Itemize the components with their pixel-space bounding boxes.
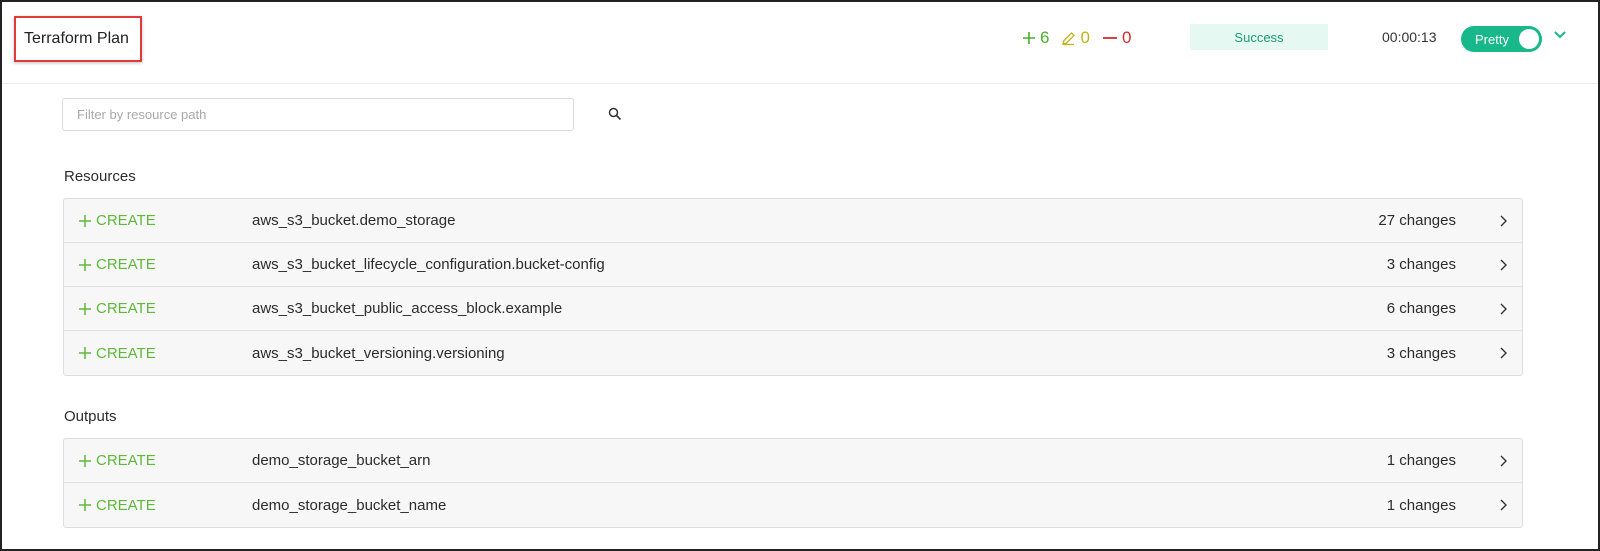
- change-count: 27 changes: [1378, 212, 1456, 229]
- plus-icon: [1023, 32, 1035, 44]
- plus-icon: [79, 258, 91, 271]
- destroy-count-value: 0: [1121, 28, 1132, 47]
- chevron-right-icon[interactable]: [1498, 498, 1508, 512]
- action-label: CREATE: [96, 452, 156, 469]
- create-action: CREATE: [78, 497, 156, 514]
- search-icon[interactable]: [608, 107, 622, 121]
- resource-name: aws_s3_bucket_public_access_block.exampl…: [252, 300, 563, 317]
- change-count: 0: [1061, 28, 1090, 48]
- create-action: CREATE: [78, 345, 156, 362]
- resource-name: aws_s3_bucket_versioning.versioning: [252, 344, 505, 362]
- action-label: CREATE: [96, 212, 156, 229]
- plus-icon: [79, 499, 91, 511]
- plus-icon: [79, 302, 91, 315]
- action-label: CREATE: [96, 256, 156, 273]
- resource-row[interactable]: CREATE aws_s3_bucket_versioning.versioni…: [64, 331, 1522, 375]
- destroy-count: 0: [1102, 28, 1131, 48]
- pretty-toggle[interactable]: Pretty: [1461, 26, 1542, 52]
- add-count: 6: [1022, 28, 1049, 48]
- chevron-right-icon[interactable]: [1498, 214, 1508, 228]
- resource-row[interactable]: CREATE aws_s3_bucket.demo_storage 27 cha…: [64, 199, 1522, 243]
- page-title[interactable]: Terraform Plan: [14, 16, 142, 62]
- action-label: CREATE: [96, 300, 156, 317]
- chevron-right-icon[interactable]: [1498, 302, 1508, 316]
- resource-row[interactable]: CREATE aws_s3_bucket_lifecycle_configura…: [64, 243, 1522, 287]
- change-count: 1 changes: [1386, 496, 1456, 514]
- status-badge: Success: [1190, 24, 1328, 50]
- change-count-value: 0: [1080, 28, 1090, 47]
- plus-icon: [79, 214, 91, 227]
- toggle-label: Pretty: [1475, 31, 1509, 47]
- change-count: 3 changes: [1386, 344, 1456, 362]
- outputs-list: CREATE demo_storage_bucket_arn 1 changes…: [63, 438, 1523, 528]
- chevron-right-icon[interactable]: [1498, 454, 1508, 468]
- chevron-right-icon[interactable]: [1498, 346, 1508, 360]
- resources-list: CREATE aws_s3_bucket.demo_storage 27 cha…: [63, 198, 1523, 376]
- action-label: CREATE: [96, 496, 156, 514]
- minus-icon: [1102, 37, 1117, 39]
- create-action: CREATE: [78, 212, 156, 229]
- plus-icon: [79, 347, 91, 359]
- create-action: CREATE: [78, 300, 156, 317]
- change-count: 3 changes: [1386, 256, 1456, 273]
- toggle-knob: [1519, 29, 1539, 49]
- plan-header: Terraform Plan 6 0 0 Success 00:00:13 Pr…: [2, 2, 1598, 84]
- change-count: 1 changes: [1386, 452, 1456, 469]
- output-row[interactable]: CREATE demo_storage_bucket_name 1 change…: [64, 483, 1522, 527]
- chevron-right-icon[interactable]: [1498, 258, 1508, 272]
- output-name: demo_storage_bucket_arn: [252, 452, 431, 469]
- pencil-icon: [1062, 31, 1076, 45]
- resources-heading: Resources: [64, 168, 136, 185]
- resource-name: aws_s3_bucket.demo_storage: [252, 212, 456, 229]
- search-input[interactable]: [63, 99, 533, 130]
- output-row[interactable]: CREATE demo_storage_bucket_arn 1 changes: [64, 439, 1522, 483]
- resource-row[interactable]: CREATE aws_s3_bucket_public_access_block…: [64, 287, 1522, 331]
- output-name: demo_storage_bucket_name: [252, 496, 447, 514]
- plus-icon: [79, 454, 91, 467]
- change-summary: 6 0 0: [1022, 26, 1143, 50]
- change-count: 6 changes: [1386, 300, 1456, 317]
- resource-name: aws_s3_bucket_lifecycle_configuration.bu…: [252, 256, 605, 273]
- create-action: CREATE: [78, 452, 156, 469]
- create-action: CREATE: [78, 256, 156, 273]
- chevron-down-icon[interactable]: [1553, 30, 1567, 40]
- resource-filter: [62, 98, 622, 131]
- outputs-heading: Outputs: [64, 408, 117, 425]
- action-label: CREATE: [96, 344, 156, 362]
- add-count-value: 6: [1040, 28, 1050, 47]
- run-duration: 00:00:13: [1382, 29, 1437, 45]
